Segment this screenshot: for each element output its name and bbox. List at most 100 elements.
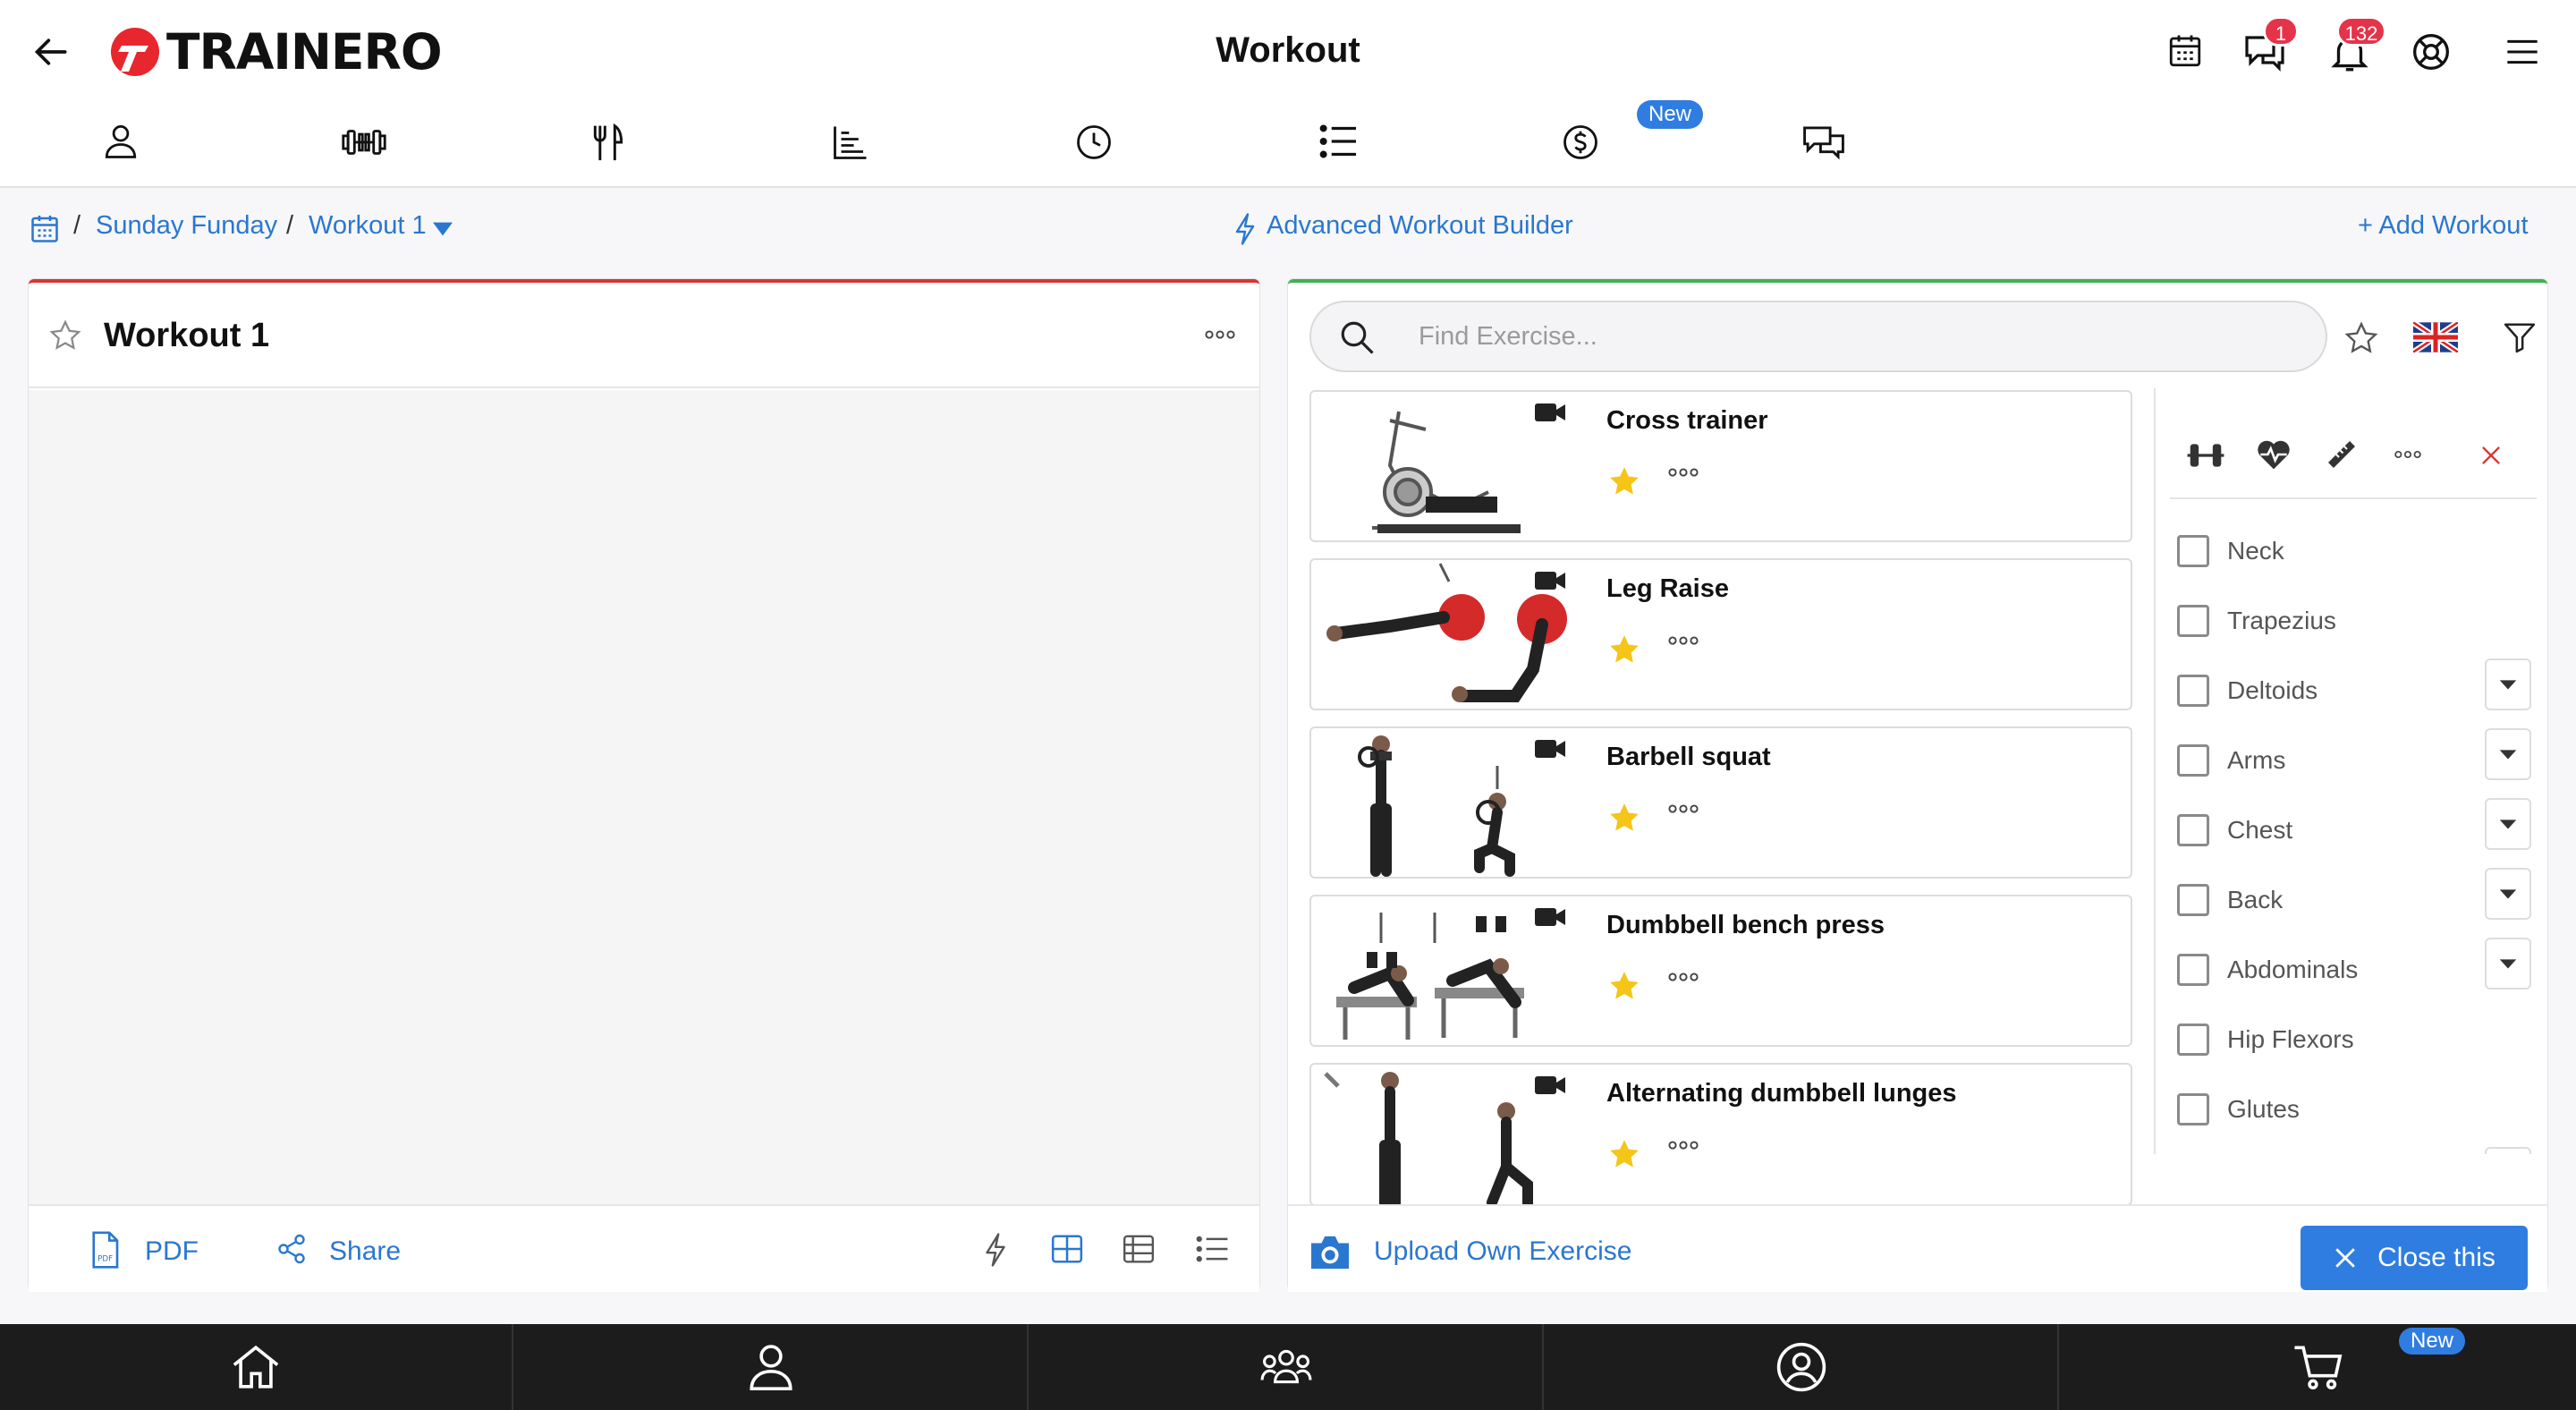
muscle-checkbox[interactable]	[2177, 1024, 2209, 1056]
muscle-filter-row[interactable]: Abdominals	[2177, 938, 2535, 990]
favorite-star-filled-icon[interactable]	[1606, 463, 1642, 499]
pdf-button[interactable]: PDF	[145, 1236, 199, 1267]
muscle-filter-row[interactable]: Neck	[2177, 531, 2535, 567]
user-icon	[750, 1345, 792, 1390]
tab-workout-dumbbell-icon[interactable]	[342, 123, 386, 161]
muscle-filter-row[interactable]: Hip Flexors	[2177, 1020, 2535, 1056]
expand-submuscles-button[interactable]	[2485, 1147, 2531, 1154]
grid-view-icon[interactable]	[1050, 1233, 1084, 1265]
video-camera-icon	[1535, 1074, 1565, 1097]
tab-nutrition-fork-knife-icon[interactable]	[589, 122, 628, 163]
share-button[interactable]: Share	[329, 1236, 401, 1267]
favorite-star-filled-icon[interactable]	[1606, 632, 1642, 667]
lifebuoy-icon[interactable]	[2411, 32, 2451, 72]
more-options-icon[interactable]	[1204, 324, 1236, 345]
muscle-filter-row[interactable]: Chest	[2177, 798, 2535, 850]
more-options-icon[interactable]	[1667, 635, 1699, 662]
muscle-filter-row[interactable]: Glutes	[2177, 1090, 2535, 1125]
pdf-file-icon[interactable]: PDF	[88, 1231, 122, 1269]
add-workout-link[interactable]: + Add Workout	[2358, 211, 2529, 241]
muscle-checkbox[interactable]	[2177, 605, 2209, 637]
strength-dumbbell-icon[interactable]	[2186, 440, 2225, 471]
muscle-filter-row[interactable]: Trapezius	[2177, 601, 2535, 637]
search-icon	[1338, 319, 1376, 356]
caret-down-icon	[2499, 959, 2517, 969]
tab-history-clock-icon[interactable]	[1075, 123, 1113, 161]
muscle-checkbox[interactable]	[2177, 535, 2209, 567]
favorite-star-icon[interactable]	[48, 319, 82, 352]
breadcrumb-workout[interactable]: Workout 1	[309, 211, 427, 241]
exercise-search-box[interactable]	[1309, 301, 2327, 372]
expand-submuscles-button[interactable]	[2485, 938, 2531, 990]
expand-submuscles-button[interactable]	[2485, 868, 2531, 920]
more-options-icon[interactable]	[1667, 972, 1699, 998]
close-exercise-panel-button[interactable]: Close this	[2301, 1226, 2528, 1290]
workout-panel-footer: PDF PDF Share	[29, 1204, 1259, 1292]
nav-profile[interactable]	[515, 1324, 1029, 1410]
expand-submuscles-button[interactable]	[2485, 658, 2531, 710]
list-view-icon[interactable]	[1195, 1233, 1229, 1265]
caret-down-icon[interactable]	[433, 222, 453, 236]
svg-text:PDF: PDF	[97, 1254, 113, 1263]
notifications-badge: 132	[2336, 16, 2386, 47]
workout-title: Workout 1	[104, 317, 270, 354]
nav-account[interactable]	[1546, 1324, 2059, 1410]
more-options-icon[interactable]	[1667, 467, 1699, 494]
more-categories-icon[interactable]	[2394, 446, 2422, 463]
exercise-name: Barbell squat	[1606, 743, 1771, 771]
exercise-card[interactable]: Barbell squat	[1309, 726, 2132, 879]
muscle-checkbox[interactable]	[2177, 884, 2209, 916]
nav-clients[interactable]	[1030, 1324, 1544, 1410]
muscle-checkbox[interactable]	[2177, 954, 2209, 986]
muscle-filter-row[interactable]: Deltoids	[2177, 658, 2535, 710]
stretch-ruler-icon[interactable]	[2326, 438, 2358, 471]
expand-submuscles-button[interactable]	[2485, 728, 2531, 780]
tab-profile-icon[interactable]	[102, 122, 140, 161]
quick-build-lightning-icon[interactable]	[982, 1233, 1009, 1267]
camera-icon[interactable]	[1308, 1233, 1352, 1270]
table-view-icon[interactable]	[1122, 1233, 1156, 1265]
expand-submuscles-button[interactable]	[2485, 798, 2531, 850]
more-options-icon[interactable]	[1667, 803, 1699, 830]
nav-shop[interactable]	[2061, 1324, 2576, 1410]
clear-filters-close-icon[interactable]	[2479, 444, 2503, 467]
tab-list-icon[interactable]	[1318, 123, 1358, 159]
muscle-checkbox[interactable]	[2177, 744, 2209, 777]
calendar-icon[interactable]	[2166, 32, 2204, 70]
share-icon[interactable]	[275, 1233, 308, 1265]
hamburger-menu-icon[interactable]	[2504, 36, 2540, 68]
favorites-filter-star-icon[interactable]	[2343, 320, 2379, 356]
exercise-card[interactable]: Alternating dumbbell lunges	[1309, 1063, 2132, 1206]
muscle-checkbox[interactable]	[2177, 814, 2209, 846]
advanced-workout-builder-link[interactable]: Advanced Workout Builder	[1267, 211, 1573, 241]
muscle-checkbox[interactable]	[2177, 675, 2209, 707]
language-uk-flag-icon[interactable]	[2413, 322, 2458, 352]
breadcrumb-program[interactable]: Sunday Funday	[96, 211, 277, 241]
filter-funnel-icon[interactable]	[2503, 320, 2537, 354]
tab-progress-chart-icon[interactable]	[832, 123, 869, 161]
favorite-star-filled-icon[interactable]	[1606, 800, 1642, 836]
exercise-card[interactable]: Cross trainer	[1309, 390, 2132, 542]
muscle-filter-row[interactable]: Back	[2177, 868, 2535, 920]
calendar-breadcrumb-icon[interactable]	[29, 213, 61, 245]
exercise-card[interactable]: Leg Raise	[1309, 558, 2132, 710]
more-options-icon[interactable]	[1667, 1140, 1699, 1167]
tab-messages-chat-bubbles-icon[interactable]	[1801, 123, 1846, 161]
cardio-heart-icon[interactable]	[2256, 438, 2292, 471]
favorite-star-filled-icon[interactable]	[1606, 968, 1642, 1004]
nav-home[interactable]	[0, 1324, 513, 1410]
brand-logo[interactable]: TRAINERO	[109, 23, 443, 81]
close-button-label: Close this	[2377, 1243, 2496, 1272]
exercise-search-input[interactable]	[1419, 319, 2224, 354]
exercise-card[interactable]: Dumbbell bench press	[1309, 895, 2132, 1047]
home-icon	[233, 1345, 279, 1389]
muscle-checkbox[interactable]	[2177, 1093, 2209, 1125]
bottom-navigation: New	[0, 1324, 2576, 1410]
workout-drop-area[interactable]	[29, 390, 1259, 1204]
back-arrow-icon[interactable]	[32, 32, 72, 72]
exercise-name: Cross trainer	[1606, 406, 1768, 435]
muscle-filter-row[interactable]: Arms	[2177, 728, 2535, 780]
tab-payments-dollar-icon[interactable]	[1562, 123, 1599, 161]
favorite-star-filled-icon[interactable]	[1606, 1136, 1642, 1172]
upload-own-exercise-button[interactable]: Upload Own Exercise	[1374, 1236, 1631, 1267]
